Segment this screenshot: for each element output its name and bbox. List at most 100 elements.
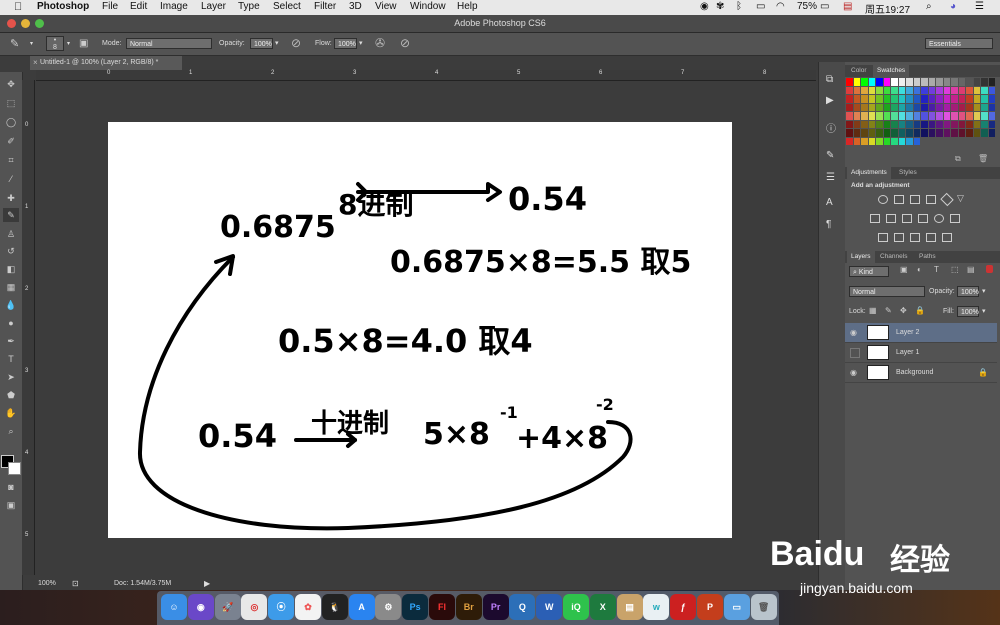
menu-layer[interactable]: Layer	[201, 1, 226, 12]
dock-br-icon[interactable]: Br	[455, 594, 482, 620]
visibility-off-box[interactable]	[850, 348, 860, 358]
swatch[interactable]	[913, 129, 920, 137]
pressure-opacity-icon[interactable]: ⊘	[291, 36, 301, 50]
layer-opacity-input[interactable]: 100%	[957, 286, 979, 297]
swatch[interactable]	[958, 95, 965, 103]
swatch[interactable]	[981, 129, 988, 137]
swatch[interactable]	[973, 95, 980, 103]
swatch[interactable]	[898, 112, 905, 120]
crop-tool-icon[interactable]: ⌗	[3, 153, 19, 167]
swatch[interactable]	[973, 78, 980, 86]
layer-name[interactable]: Layer 1	[896, 343, 919, 362]
hand-tool-icon[interactable]: ✋	[3, 406, 19, 420]
menu-select[interactable]: Select	[273, 1, 301, 12]
swatch[interactable]	[928, 86, 935, 94]
swatch[interactable]	[853, 78, 860, 86]
spotlight-icon[interactable]: ⌕	[926, 1, 932, 12]
filter-shape-icon[interactable]: ⬚	[951, 265, 959, 274]
gradient-map-icon[interactable]	[942, 233, 952, 242]
lock-image-icon[interactable]: ✎	[885, 306, 892, 315]
layer-blend-mode-select[interactable]: Normal	[849, 286, 925, 297]
dock-w-icon[interactable]: W	[536, 594, 563, 620]
brush-presets-icon[interactable]: ☰	[826, 172, 835, 183]
swatch[interactable]	[981, 78, 988, 86]
swatch[interactable]	[853, 95, 860, 103]
dock-safari-icon[interactable]: ⦿	[268, 594, 295, 620]
swatch[interactable]	[861, 78, 868, 86]
swatch[interactable]	[883, 103, 890, 111]
swatch[interactable]	[853, 103, 860, 111]
swatch[interactable]	[943, 112, 950, 120]
dock-quicktime-icon[interactable]: Q	[509, 594, 536, 620]
dock-photos-icon[interactable]: ✿	[295, 594, 321, 620]
swatch[interactable]	[951, 103, 958, 111]
swatch[interactable]	[898, 95, 905, 103]
swatch[interactable]	[988, 120, 995, 128]
swatch[interactable]	[898, 78, 905, 86]
brush-tool-icon[interactable]: ✎	[10, 37, 19, 50]
brush-panel-icon[interactable]: ✎	[826, 150, 834, 161]
status-circle-icon[interactable]: ◉	[700, 1, 709, 12]
swatch[interactable]	[981, 103, 988, 111]
threshold-icon[interactable]	[910, 233, 920, 242]
tab-swatches[interactable]: Swatches	[873, 65, 910, 77]
swatch[interactable]	[988, 103, 995, 111]
swatch[interactable]	[883, 112, 890, 120]
swatch[interactable]	[898, 129, 905, 137]
fill-input[interactable]: 100%	[957, 306, 979, 317]
brightness-icon[interactable]	[878, 195, 888, 204]
swatch[interactable]	[958, 129, 965, 137]
dock-fl-icon[interactable]: Fl	[429, 594, 455, 620]
dock-finder-icon[interactable]: ☺	[161, 594, 187, 620]
layer-opacity-arrow-icon[interactable]: ▾	[982, 287, 986, 295]
swatch[interactable]	[936, 95, 943, 103]
swatch[interactable]	[958, 86, 965, 94]
menu-3d[interactable]: 3D	[349, 1, 362, 12]
swatch[interactable]	[943, 86, 950, 94]
swatch[interactable]	[921, 95, 928, 103]
visibility-eye-icon[interactable]: ◉	[850, 323, 857, 342]
swatch[interactable]	[943, 129, 950, 137]
swatch[interactable]	[936, 78, 943, 86]
swatch[interactable]	[906, 120, 913, 128]
black-white-icon[interactable]	[902, 214, 912, 223]
actions-panel-icon[interactable]: ▶	[826, 95, 834, 106]
swatch[interactable]	[966, 120, 973, 128]
flow-input[interactable]: 100%	[334, 38, 357, 49]
swatch[interactable]	[898, 86, 905, 94]
notification-center-icon[interactable]: ☰	[975, 1, 984, 12]
layer-filter-kind[interactable]: ⌕ Kind	[849, 266, 889, 277]
swatch[interactable]	[898, 120, 905, 128]
dock-siri-icon[interactable]: ◉	[187, 594, 214, 620]
flag-icon[interactable]: ▤	[843, 1, 852, 12]
dock-wechat-icon[interactable]: w	[643, 594, 670, 620]
swatch[interactable]	[958, 120, 965, 128]
swatch[interactable]	[958, 112, 965, 120]
swatch[interactable]	[928, 95, 935, 103]
swatch[interactable]	[913, 120, 920, 128]
gradient-tool-icon[interactable]: ▦	[3, 280, 19, 294]
swatch[interactable]	[868, 120, 875, 128]
invert-icon[interactable]	[878, 233, 888, 242]
dock-pr-icon[interactable]: Pr	[482, 594, 509, 620]
zoom-level[interactable]: 100%	[38, 580, 56, 587]
tab-paths[interactable]: Paths	[915, 251, 940, 263]
swatch[interactable]	[988, 78, 995, 86]
swatch[interactable]	[861, 86, 868, 94]
quick-select-tool-icon[interactable]: ✐	[3, 134, 19, 148]
swatch[interactable]	[876, 95, 883, 103]
filter-pixel-icon[interactable]: ▣	[900, 265, 908, 274]
tool-preset-arrow-icon[interactable]: ▾	[30, 40, 33, 47]
swatch[interactable]	[891, 95, 898, 103]
swatch[interactable]	[958, 78, 965, 86]
swatch[interactable]	[876, 78, 883, 86]
swatch[interactable]	[861, 137, 868, 145]
color-lookup-icon[interactable]	[950, 214, 960, 223]
lock-position-icon[interactable]: ✥	[900, 306, 907, 315]
swatch[interactable]	[846, 86, 853, 94]
swatch[interactable]	[906, 112, 913, 120]
swatch[interactable]	[988, 95, 995, 103]
menu-help[interactable]: Help	[457, 1, 478, 12]
swatch[interactable]	[966, 112, 973, 120]
menu-image[interactable]: Image	[160, 1, 188, 12]
